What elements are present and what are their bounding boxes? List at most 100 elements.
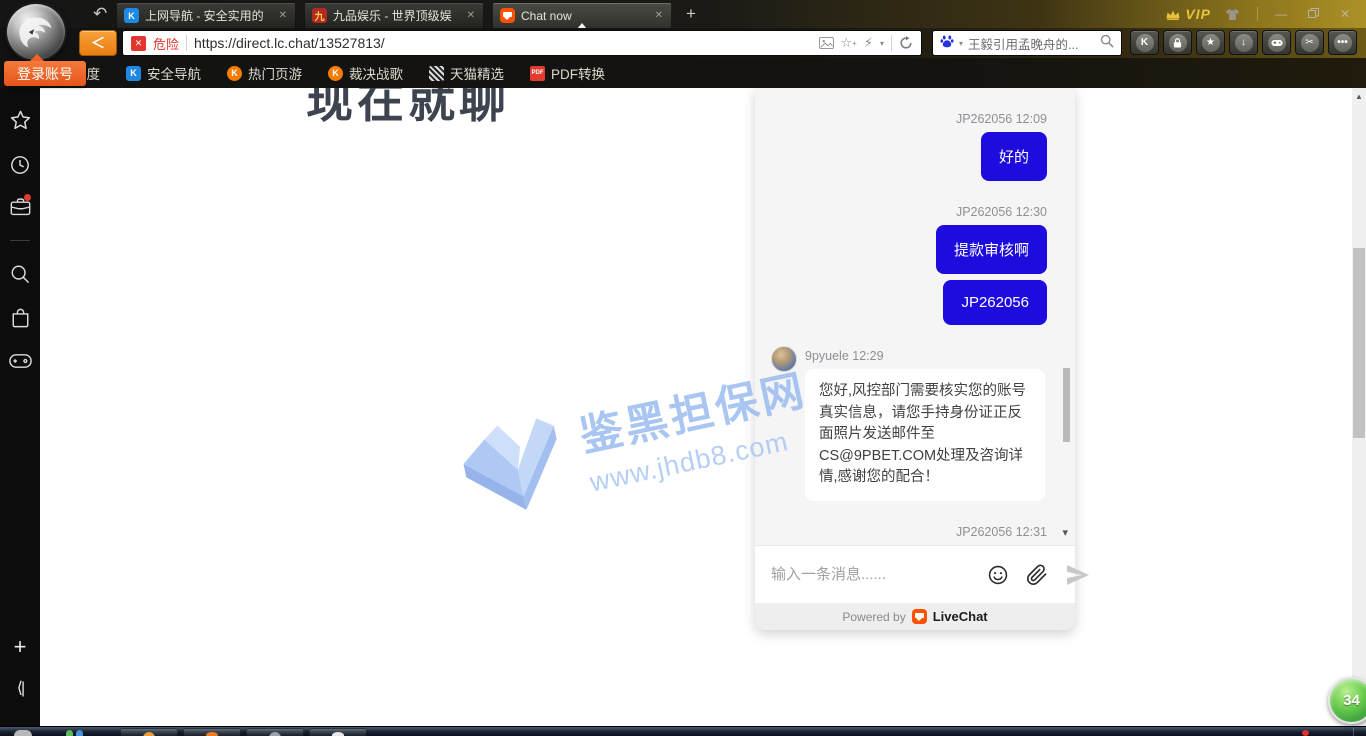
chat-scrollbar-thumb[interactable] (1063, 368, 1070, 442)
taskbar-icon[interactable] (76, 730, 83, 736)
search-icon[interactable] (1100, 34, 1114, 53)
chat-footer: Powered by LiveChat (755, 603, 1075, 630)
taskbar-button[interactable] (120, 728, 178, 736)
reopen-tab-icon[interactable]: ↶ (93, 3, 107, 25)
back-button[interactable]: ＜ (79, 30, 117, 56)
sidebar-games-icon[interactable] (0, 353, 40, 369)
favorites-button[interactable]: ★ (1196, 30, 1225, 55)
address-field[interactable]: ✕ 危险 https://direct.lc.chat/13527813/ ☆+… (122, 30, 922, 56)
taskbar-orb[interactable] (14, 730, 32, 736)
tab-close-icon[interactable]: ✕ (466, 10, 476, 21)
new-tab-button[interactable]: + (680, 2, 702, 28)
divider (1257, 7, 1258, 21)
page-scrollbar[interactable]: ▲ (1352, 88, 1366, 726)
chat-widget: ▾ JP262056 12:09好的 JP262056 12:30提款审核啊JP2… (755, 88, 1075, 630)
skin-icon[interactable] (1225, 8, 1243, 21)
bookmark-label: 热门页游 (248, 63, 302, 83)
browser-logo[interactable] (5, 2, 67, 62)
bookmark-item[interactable]: PDFPDF转换 (530, 63, 605, 83)
crown-icon (1165, 8, 1181, 21)
url-text[interactable]: https://direct.lc.chat/13527813/ (194, 35, 812, 51)
bookmark-items: 百度K安全导航K热门页游K裁决战歌天猫精选PDFPDF转换 (0, 63, 631, 83)
message-group: JP262056 12:09好的 (771, 112, 1047, 187)
k-orange-icon: K (328, 66, 343, 81)
nine-red-icon: 九 (312, 8, 327, 23)
vip-button[interactable]: VIP (1165, 6, 1211, 22)
agent-message-row: 9pyuele 12:29您好,风控部门需要核实您的账号真实信息，请您手持身份证… (771, 349, 1047, 507)
send-icon[interactable] (1065, 564, 1091, 586)
message-bubble: JP262056 (943, 280, 1047, 325)
shopping-icon[interactable] (0, 308, 40, 328)
bookmark-item[interactable]: 天猫精选 (429, 63, 504, 83)
tab-close-icon[interactable]: ✕ (654, 10, 664, 21)
downloads-button[interactable]: ↓ (1229, 30, 1258, 55)
close-window-button[interactable]: ✕ (1336, 7, 1354, 21)
message-meta: JP262056 12:30 (956, 205, 1047, 219)
notification-dot (24, 194, 31, 201)
danger-icon: ✕ (131, 36, 146, 51)
tray-alert-icon[interactable] (1302, 730, 1309, 736)
taskbar-button[interactable] (309, 728, 367, 736)
livechat-brand[interactable]: LiveChat (933, 609, 988, 624)
chat-messages[interactable]: ▾ JP262056 12:09好的 JP262056 12:30提款审核啊JP2… (755, 88, 1075, 545)
refresh-icon[interactable] (899, 36, 913, 50)
k-blue-icon: K (126, 66, 141, 81)
bookmark-item[interactable]: K热门页游 (227, 63, 302, 83)
taskbar-button[interactable] (246, 728, 304, 736)
sidebar-add-icon[interactable]: + (0, 634, 40, 660)
agent-message-col: 9pyuele 12:29您好,风控部门需要核实您的账号真实信息，请您手持身份证… (805, 349, 1045, 507)
browser-tab[interactable]: K上网导航 - 安全实用的✕ (116, 2, 296, 28)
message-group: JP262056 12:30提款审核啊JP262056 (771, 205, 1047, 331)
browser-tab[interactable]: 九九品娱乐 - 世界顶级娱✕ (304, 2, 484, 28)
boost-icon[interactable]: ⚡ (864, 35, 873, 51)
favorites-sidebar-icon[interactable] (0, 110, 40, 130)
search-engine-caret-icon[interactable]: ▾ (959, 39, 963, 48)
pdf-icon: PDF (530, 66, 545, 81)
security-lock-button[interactable] (1163, 30, 1192, 55)
screenshot-button[interactable]: ✂ (1295, 30, 1324, 55)
boost-caret-icon[interactable]: ▾ (880, 39, 884, 48)
tab-label: Chat now (521, 9, 648, 23)
taskbar-icon[interactable] (66, 730, 73, 736)
login-account-button[interactable]: 登录账号 (4, 61, 86, 86)
show-desktop-strip[interactable] (1353, 728, 1354, 736)
tab-row: ↶ K上网导航 - 安全实用的✕九九品娱乐 - 世界顶级娱✕Chat now✕+… (0, 0, 1366, 28)
scrollbar-thumb[interactable] (1353, 248, 1365, 438)
message-bubble: ?核实什么 (943, 545, 1047, 546)
sidebar-collapse-icon[interactable]: ⟨| (0, 678, 40, 698)
taskbar[interactable] (0, 726, 1366, 736)
bookmark-item[interactable]: K 安全导航 (126, 63, 201, 83)
emoji-icon[interactable] (987, 564, 1009, 586)
security-status[interactable]: 危险 (153, 34, 179, 53)
scrollbar-up-icon[interactable]: ▲ (1352, 92, 1366, 101)
message-group: 9pyuele 12:29您好,风控部门需要核实您的账号真实信息，请您手持身份证… (771, 349, 1047, 507)
restore-button[interactable] (1304, 7, 1322, 21)
browser-tab[interactable]: Chat now ✕ (492, 2, 672, 28)
message-meta: 9pyuele 12:29 (805, 349, 1045, 363)
more-button[interactable]: ••• (1328, 30, 1357, 55)
search-query[interactable]: 王毅引用孟晚舟的... (968, 34, 1095, 53)
history-icon[interactable] (0, 155, 40, 175)
sidebar-search-icon[interactable] (0, 264, 40, 284)
divider (10, 240, 30, 241)
attachment-icon[interactable] (1026, 564, 1048, 586)
livechat-logo-icon (912, 609, 927, 624)
search-box[interactable]: ▾ 王毅引用孟晚舟的... (932, 30, 1122, 56)
bookmark-item[interactable]: K裁决战歌 (328, 63, 403, 83)
games-button[interactable] (1262, 30, 1291, 55)
divider (891, 35, 892, 51)
add-favorite-icon[interactable]: ☆+ (841, 35, 857, 51)
bookmark-label: 安全导航 (147, 63, 201, 83)
taskbar-button[interactable] (183, 728, 241, 736)
tab-label: 上网导航 - 安全实用的 (145, 7, 272, 24)
baidu-icon[interactable] (940, 34, 954, 53)
snapshot-icon[interactable] (819, 37, 834, 49)
mailbox-icon[interactable] (0, 198, 40, 216)
tab-close-icon[interactable]: ✕ (278, 10, 288, 21)
address-row: ＜ ✕ 危险 https://direct.lc.chat/13527813/ … (0, 28, 1366, 58)
message-input[interactable] (771, 566, 970, 583)
scroll-down-icon[interactable]: ▾ (1062, 526, 1068, 539)
minimize-button[interactable]: — (1272, 7, 1290, 21)
divider (186, 35, 187, 51)
k-site-button[interactable]: K (1130, 30, 1159, 55)
